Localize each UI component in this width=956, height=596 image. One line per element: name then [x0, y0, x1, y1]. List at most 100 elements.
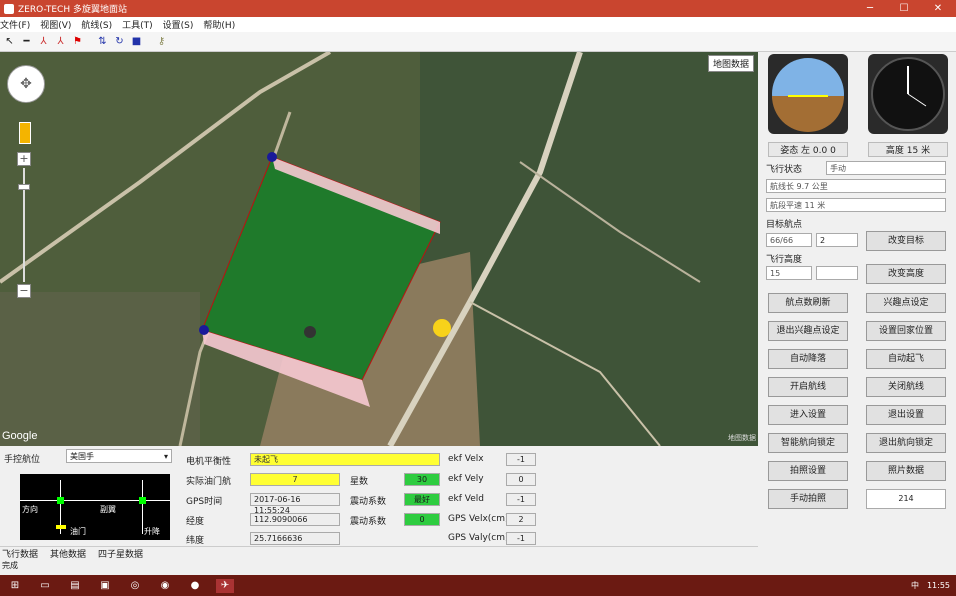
- telemetry-panel: 手控航位 美国手 ▾ 方向 副翼 油门 升降 电机平衡性 未起飞 实际油门航 7 …: [0, 446, 758, 546]
- route-length-field: 航线长 9.7 公里: [766, 179, 946, 193]
- stars-value: 30: [404, 473, 440, 486]
- chevron-down-icon: ▾: [163, 452, 168, 461]
- shock-value: 0: [404, 513, 440, 526]
- altitude-label: 高度 15 米: [868, 142, 948, 157]
- flag-icon[interactable]: ⚑: [70, 34, 85, 49]
- attitude-indicator: [768, 54, 848, 134]
- hand-mode-select[interactable]: 美国手 ▾: [66, 449, 172, 463]
- pointer-icon[interactable]: ↖: [2, 34, 17, 49]
- ekf-veld-value: -1: [506, 493, 536, 506]
- gps-vely-value: -1: [506, 532, 536, 545]
- zoom-slider-handle[interactable]: [18, 184, 30, 190]
- clock[interactable]: 11:55: [927, 581, 950, 590]
- store-icon[interactable]: ▣: [96, 579, 114, 593]
- throttle-value: 7: [250, 473, 340, 486]
- photo-data-button[interactable]: 照片数据: [866, 461, 946, 481]
- tab-other-data[interactable]: 其他数据: [48, 547, 88, 560]
- globe-icon[interactable]: ●: [186, 579, 204, 593]
- exit-settings-button[interactable]: 退出设置: [866, 405, 946, 425]
- attitude-label: 姿态 左 0.0 0: [768, 142, 848, 157]
- line-icon[interactable]: ━: [19, 34, 34, 49]
- close-button[interactable]: ✕: [921, 0, 955, 17]
- change-target-button[interactable]: 改变目标: [866, 231, 946, 251]
- manual-photo-button[interactable]: 手动拍照: [768, 489, 848, 509]
- exit-poi-button[interactable]: 退出兴趣点设定: [768, 321, 848, 341]
- flight-height-field: 15: [766, 266, 812, 280]
- menu-file[interactable]: 文件(F): [0, 18, 30, 31]
- stick-label-center: 副翼: [100, 505, 116, 514]
- stick-display: 方向 副翼 油门 升降: [20, 474, 170, 540]
- ekf-vely-label: ekf Vely: [448, 474, 484, 484]
- status-bar: 完成: [0, 560, 956, 572]
- auto-land-button[interactable]: 自动降落: [768, 349, 848, 369]
- map-data-button[interactable]: 地图数据: [707, 55, 754, 72]
- menu-settings[interactable]: 设置(S): [163, 18, 194, 31]
- map-copyright: 地图数据: [728, 434, 756, 442]
- target-waypoint-label: 目标航点: [766, 220, 803, 230]
- menu-view[interactable]: 视图(V): [40, 18, 71, 31]
- swap-icon[interactable]: ⇅: [95, 34, 110, 49]
- flight-status-label: 飞行状态: [766, 165, 803, 175]
- key-icon[interactable]: ⚷: [154, 34, 169, 49]
- taskbar: ⊞ ▭ ▤ ▣ ◎ ◉ ● ✈ 中 11:55: [0, 575, 956, 596]
- menu-help[interactable]: 帮助(H): [203, 18, 235, 31]
- tab-quad-data[interactable]: 四子星数据: [96, 547, 145, 560]
- stick-label-left: 方向: [22, 505, 38, 514]
- data-tabs: 飞行数据 其他数据 四子星数据: [0, 546, 758, 560]
- menu-route[interactable]: 航线(S): [81, 18, 112, 31]
- longitude-value: 112.9090066: [250, 513, 340, 526]
- route-icon[interactable]: ⅄: [36, 34, 51, 49]
- app-icon: [4, 3, 14, 14]
- photo-settings-button[interactable]: 拍照设置: [768, 461, 848, 481]
- stop-route-button[interactable]: 关闭航线: [866, 377, 946, 397]
- pan-control[interactable]: ✥: [7, 65, 45, 103]
- latitude-value: 25.7166636: [250, 532, 340, 545]
- throttle-label: 实际油门航: [186, 477, 232, 487]
- flight-height-input[interactable]: [816, 266, 858, 280]
- target-waypoint-input[interactable]: 2: [816, 233, 858, 247]
- rotate-icon[interactable]: ↻: [112, 34, 127, 49]
- target-waypoint-field: 66/66: [766, 233, 812, 247]
- stick-label-throttle: 油门: [70, 527, 86, 536]
- map-view[interactable]: ✥ + − 地图数据 Google 地图数据: [0, 52, 758, 446]
- zoom-out-button[interactable]: −: [17, 284, 31, 298]
- set-poi-button[interactable]: 兴趣点设定: [866, 293, 946, 313]
- browser-icon[interactable]: ◉: [156, 579, 174, 593]
- gps-time-label: GPS时间: [186, 497, 223, 507]
- task-view-icon[interactable]: ▭: [36, 579, 54, 593]
- flight-height-label: 飞行高度: [766, 255, 803, 265]
- refresh-waypoints-button[interactable]: 航点数刷新: [768, 293, 848, 313]
- windows-start-icon[interactable]: ⊞: [6, 579, 24, 593]
- ground-station-icon[interactable]: ✈: [216, 578, 234, 593]
- set-home-button[interactable]: 设置回家位置: [866, 321, 946, 341]
- latitude-label: 纬度: [186, 536, 205, 546]
- ime-indicator[interactable]: 中: [911, 580, 919, 591]
- ekf-velx-value: -1: [506, 453, 536, 466]
- vibration-value: 最好: [404, 493, 440, 506]
- pegman-icon[interactable]: [19, 122, 31, 144]
- auto-takeoff-button[interactable]: 自动起飞: [866, 349, 946, 369]
- stop-icon[interactable]: ■: [129, 34, 144, 49]
- menu-tools[interactable]: 工具(T): [122, 18, 153, 31]
- ekf-veld-label: ekf Veld: [448, 494, 484, 504]
- minimize-button[interactable]: ─: [853, 0, 887, 17]
- enter-settings-button[interactable]: 进入设置: [768, 405, 848, 425]
- file-explorer-icon[interactable]: ▤: [66, 579, 84, 593]
- change-height-button[interactable]: 改变高度: [866, 264, 946, 284]
- exit-heading-lock-button[interactable]: 退出航向锁定: [866, 433, 946, 453]
- longitude-label: 经度: [186, 517, 205, 527]
- shock-label: 震动系数: [350, 517, 387, 527]
- waypoint-icon[interactable]: ⅄: [53, 34, 68, 49]
- gps-velx-value: 2: [506, 513, 536, 526]
- start-route-button[interactable]: 开启航线: [768, 377, 848, 397]
- stick-label-lift: 升降: [144, 527, 160, 536]
- satellite-map: [0, 52, 758, 446]
- heading-lock-button[interactable]: 智能航向锁定: [768, 433, 848, 453]
- altimeter-gauge: [868, 54, 948, 134]
- maximize-button[interactable]: ☐: [887, 0, 921, 17]
- search-icon[interactable]: ◎: [126, 579, 144, 593]
- tab-flight-data[interactable]: 飞行数据: [0, 547, 40, 560]
- title-bar: ZERO-TECH 多旋翼地面站: [0, 0, 956, 17]
- hand-mode-label: 手控航位: [4, 455, 41, 465]
- zoom-in-button[interactable]: +: [17, 152, 31, 166]
